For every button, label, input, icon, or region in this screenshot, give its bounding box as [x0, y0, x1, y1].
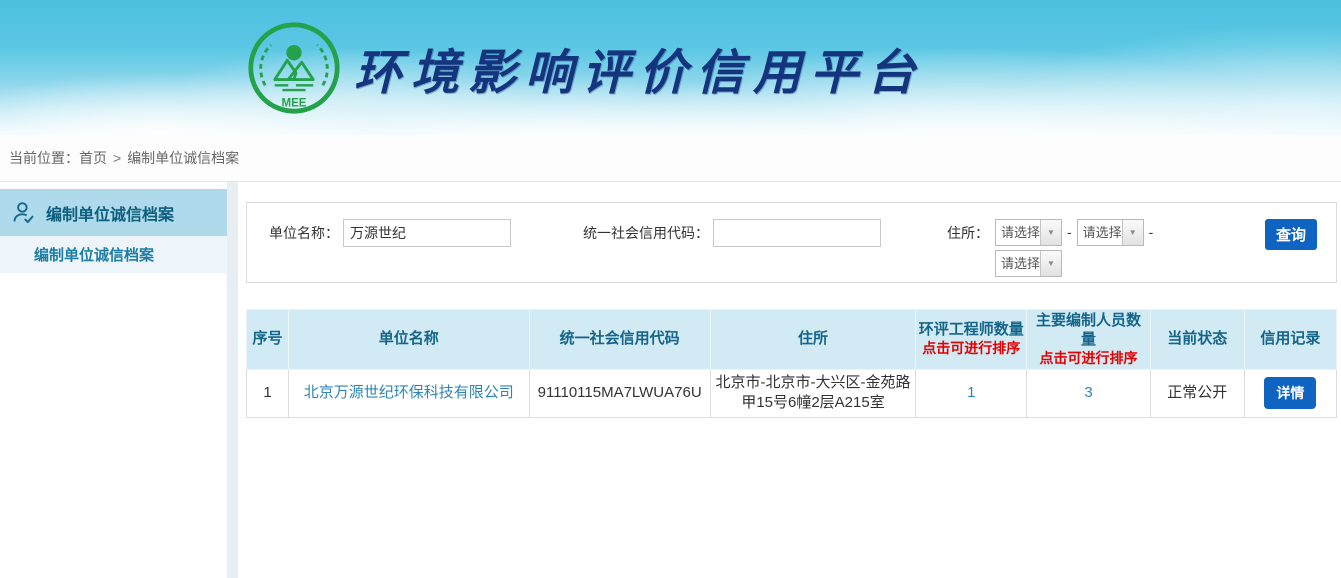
col-staff-count-sort[interactable]: 主要编制人员数量 点击可进行排序 — [1027, 310, 1150, 370]
cell-credit-code: 91110115MA7LWUA76U — [529, 370, 710, 418]
col-engineer-count-label: 环评工程师数量 — [919, 321, 1024, 338]
address-select-row-2: 请选择 ▼ — [995, 250, 1158, 277]
svg-text:MEE: MEE — [282, 97, 307, 109]
unit-name-input[interactable] — [343, 219, 511, 247]
credit-code-input[interactable] — [713, 219, 881, 247]
col-address: 住所 — [710, 310, 915, 370]
person-check-icon — [10, 199, 37, 226]
sort-hint: 点击可进行排序 — [918, 340, 1024, 358]
main-content: 单位名称： 统一社会信用代码： 住所： 请选择 ▼ — [238, 182, 1341, 578]
address-label: 住所： — [947, 219, 989, 247]
cell-company: 北京万源世纪环保科技有限公司 — [289, 370, 529, 418]
credit-code-label: 统一社会信用代码： — [583, 219, 709, 247]
unit-name-label: 单位名称： — [269, 219, 339, 247]
cell-engineer-count: 1 — [916, 370, 1027, 418]
address-dash-1: - — [1067, 219, 1072, 246]
cell-address: 北京市-北京市-大兴区-金苑路甲15号6幢2层A215室 — [710, 370, 915, 418]
credit-code-field: 统一社会信用代码： — [583, 219, 881, 247]
address-field: 住所： 请选择 ▼ - 请选择 ▼ - — [947, 219, 1158, 281]
breadcrumb-current: 编制单位诚信档案 — [127, 150, 239, 166]
breadcrumb-home-link[interactable]: 首页 — [79, 150, 107, 166]
cell-index: 1 — [247, 370, 289, 418]
company-link[interactable]: 北京万源世纪环保科技有限公司 — [304, 384, 514, 401]
site-header: MEE 环境影响评价信用平台 — [0, 0, 1341, 135]
col-company: 单位名称 — [289, 310, 529, 370]
search-panel: 单位名称： 统一社会信用代码： 住所： 请选择 ▼ — [246, 202, 1337, 283]
sidebar-item-archive[interactable]: 编制单位诚信档案 — [0, 236, 227, 273]
col-credit-code: 统一社会信用代码 — [529, 310, 710, 370]
content: 编制单位诚信档案 编制单位诚信档案 单位名称： 统一社会信用代码： 住所： — [0, 182, 1341, 578]
breadcrumb-prefix: 当前位置： — [9, 150, 79, 166]
cell-staff-count: 3 — [1027, 370, 1150, 418]
city-select[interactable]: 请选择 ▼ — [1077, 219, 1144, 246]
results-table: 序号 单位名称 统一社会信用代码 住所 环评工程师数量 点击可进行排序 主要编制… — [246, 309, 1337, 418]
district-select[interactable]: 请选择 ▼ — [995, 250, 1062, 277]
sidebar-divider — [227, 182, 238, 578]
query-button[interactable]: 查询 — [1265, 219, 1317, 250]
table-row: 1 北京万源世纪环保科技有限公司 91110115MA7LWUA76U 北京市-… — [247, 370, 1337, 418]
breadcrumb: 当前位置：首页 > 编制单位诚信档案 — [0, 135, 1341, 182]
cell-status: 正常公开 — [1150, 370, 1244, 418]
col-credit-record: 信用记录 — [1244, 310, 1336, 370]
page: MEE 环境影响评价信用平台 当前位置：首页 > 编制单位诚信档案 编制单位诚信档案… — [0, 0, 1341, 578]
city-select-value: 请选择 — [1078, 220, 1122, 245]
sidebar-item-label: 编制单位诚信档案 — [34, 244, 154, 265]
breadcrumb-separator: > — [113, 150, 121, 166]
table-header-row: 序号 单位名称 统一社会信用代码 住所 环评工程师数量 点击可进行排序 主要编制… — [247, 310, 1337, 370]
sidebar: 编制单位诚信档案 编制单位诚信档案 — [0, 182, 227, 578]
sidebar-header-archive[interactable]: 编制单位诚信档案 — [0, 189, 227, 236]
unit-name-field: 单位名称： — [269, 219, 511, 247]
address-selects: 请选择 ▼ - 请选择 ▼ - 请选择 — [995, 219, 1158, 281]
chevron-down-icon[interactable]: ▼ — [1040, 251, 1061, 276]
mee-logo-icon: MEE — [246, 20, 342, 116]
engineer-count-link[interactable]: 1 — [967, 384, 975, 401]
site-title: 环境影响评价信用平台 — [354, 33, 924, 103]
province-select[interactable]: 请选择 ▼ — [995, 219, 1062, 246]
col-engineer-count-sort[interactable]: 环评工程师数量 点击可进行排序 — [916, 310, 1027, 370]
address-select-row-1: 请选择 ▼ - 请选择 ▼ - — [995, 219, 1158, 246]
col-index: 序号 — [247, 310, 289, 370]
sidebar-header-label: 编制单位诚信档案 — [46, 201, 174, 225]
province-select-value: 请选择 — [996, 220, 1040, 245]
chevron-down-icon[interactable]: ▼ — [1040, 220, 1061, 245]
chevron-down-icon[interactable]: ▼ — [1122, 220, 1143, 245]
sort-hint: 点击可进行排序 — [1029, 350, 1147, 368]
cell-credit-record: 详情 — [1244, 370, 1336, 418]
brand: MEE 环境影响评价信用平台 — [0, 0, 1341, 116]
staff-count-link[interactable]: 3 — [1084, 384, 1092, 401]
address-dash-2: - — [1149, 219, 1154, 246]
district-select-value: 请选择 — [996, 251, 1040, 276]
col-staff-count-label: 主要编制人员数量 — [1036, 312, 1141, 348]
col-status: 当前状态 — [1150, 310, 1244, 370]
detail-button[interactable]: 详情 — [1264, 377, 1316, 409]
